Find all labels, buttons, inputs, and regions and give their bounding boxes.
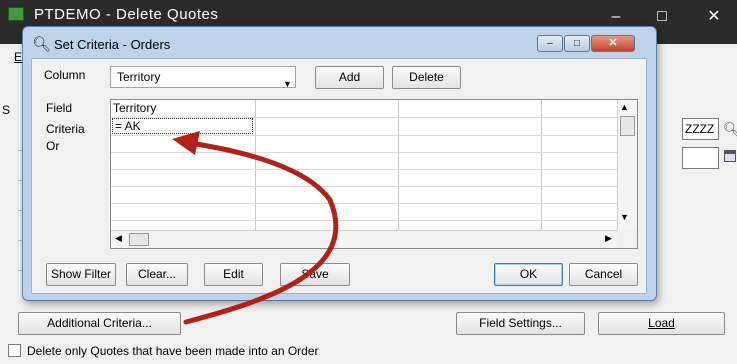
scroll-corner <box>617 230 637 248</box>
delete-button[interactable]: Delete <box>392 66 461 89</box>
dialog-minimize-button[interactable]: – <box>537 35 563 52</box>
column-select-value: Territory <box>117 70 161 84</box>
load-button[interactable]: Load <box>598 312 725 335</box>
grid-column-divider <box>255 100 256 230</box>
field-row-label: Field <box>46 101 73 115</box>
additional-criteria-button[interactable]: Additional Criteria... <box>18 312 181 335</box>
ok-button[interactable]: OK <box>494 263 563 286</box>
side-label: S <box>2 103 11 117</box>
edit-button[interactable]: Edit <box>204 263 263 286</box>
date-field[interactable] <box>682 147 719 169</box>
dialog-maximize-button[interactable]: □ <box>564 35 590 52</box>
grid-field-cell[interactable]: Territory <box>113 101 156 115</box>
scroll-left-icon[interactable]: ◀ <box>115 233 122 244</box>
clear-button[interactable]: Clear... <box>126 263 188 286</box>
dialog-content: Column Territory ▼ Add Delete Field Crit… <box>31 58 647 294</box>
chevron-down-icon[interactable]: ▼ <box>283 74 292 94</box>
cancel-button[interactable]: Cancel <box>569 263 638 286</box>
grid-row-divider <box>111 152 617 153</box>
menu-item[interactable]: E <box>14 50 22 64</box>
scroll-down-icon[interactable]: ▼ <box>620 212 629 222</box>
criteria-row-label: Criteria <box>46 122 85 136</box>
set-criteria-dialog: 🔍︎ Set Criteria - Orders – □ ✕ Column Te… <box>22 26 657 301</box>
scroll-right-icon[interactable]: ▶ <box>605 233 612 244</box>
scroll-thumb[interactable] <box>129 233 149 246</box>
delete-only-orders-checkbox[interactable] <box>8 344 21 357</box>
dialog-title: Set Criteria - Orders <box>54 37 171 52</box>
vertical-scrollbar[interactable]: ▲ ▼ <box>617 100 637 230</box>
show-filter-button[interactable]: Show Filter <box>46 263 116 286</box>
app-icon <box>8 7 24 21</box>
range-to-field[interactable]: ZZZZ <box>682 118 719 140</box>
load-button-label: Load <box>648 316 675 330</box>
dialog-close-button[interactable]: ✕ <box>591 35 635 52</box>
grid-row-divider <box>111 220 617 221</box>
column-select[interactable]: Territory ▼ <box>110 66 296 89</box>
grid-row-divider <box>111 169 617 170</box>
save-button[interactable]: Save <box>280 263 350 286</box>
grid-column-divider <box>398 100 399 230</box>
scroll-thumb[interactable] <box>620 116 635 136</box>
add-button[interactable]: Add <box>315 66 384 89</box>
scroll-up-icon[interactable]: ▲ <box>620 102 629 112</box>
delete-only-orders-label: Delete only Quotes that have been made i… <box>27 344 319 358</box>
search-icon: 🔍︎ <box>32 36 52 53</box>
column-label: Column <box>44 68 86 82</box>
grid-criteria-cell[interactable]: = AK <box>112 118 253 134</box>
grid-column-divider <box>541 100 542 230</box>
field-settings-button[interactable]: Field Settings... <box>456 312 585 335</box>
search-icon[interactable]: 🔍︎ <box>723 121 737 138</box>
close-button[interactable]: ✕ <box>698 6 730 32</box>
grid-row-divider <box>111 203 617 204</box>
grid-row-divider <box>111 186 617 187</box>
grid-row-divider <box>111 135 617 136</box>
calendar-icon[interactable] <box>724 150 736 162</box>
criteria-grid[interactable]: Territory = AK ▲ ▼ ◀ ▶ <box>110 99 638 249</box>
window-title: PTDEMO - Delete Quotes <box>34 6 219 23</box>
or-row-label: Or <box>46 139 60 153</box>
horizontal-scrollbar[interactable]: ◀ ▶ <box>111 230 617 248</box>
